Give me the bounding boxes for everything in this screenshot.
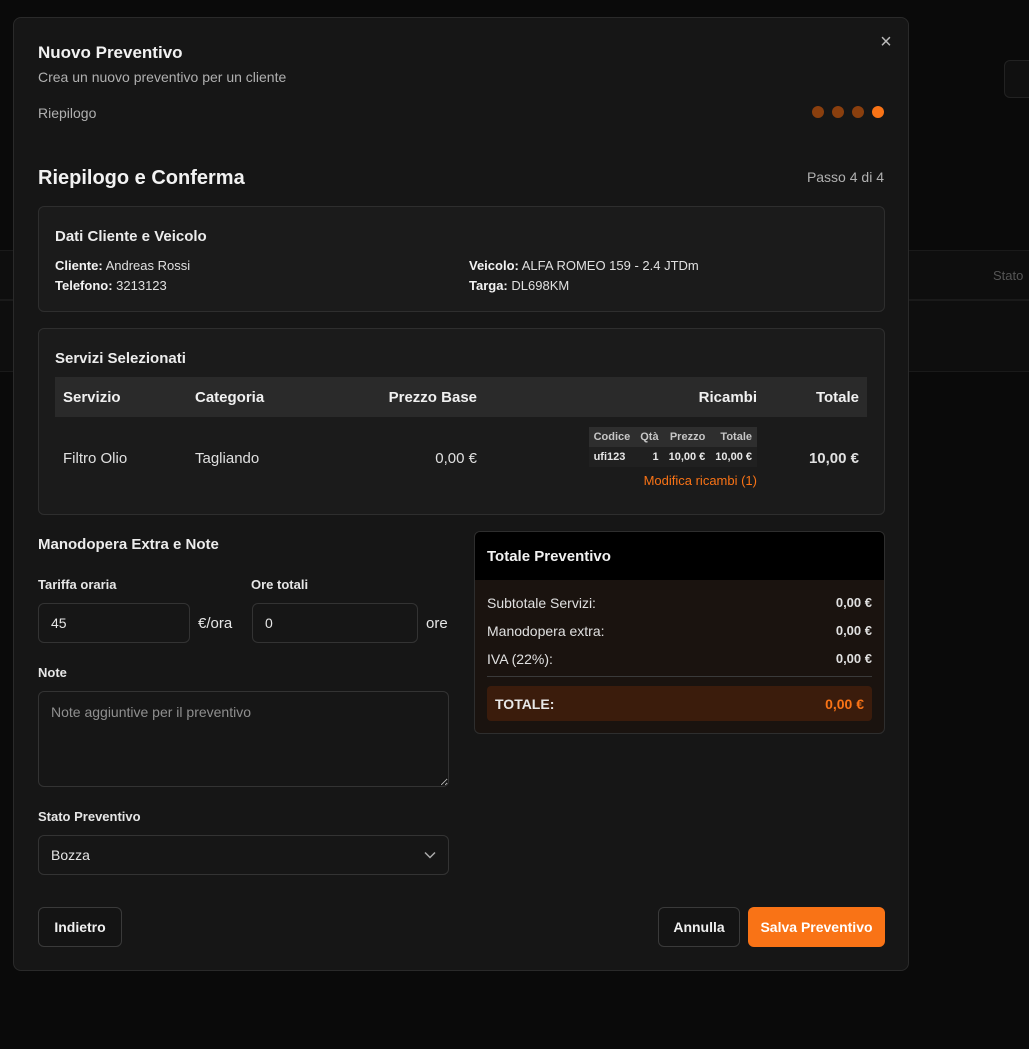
background-button xyxy=(1004,60,1029,98)
step-dot-3 xyxy=(852,106,864,118)
vat-value: 0,00 € xyxy=(835,651,872,666)
extra-labour-value: 0,00 € xyxy=(835,623,872,638)
parts-table: Codice Qtà Prezzo Totale ufi123 1 10,00 … xyxy=(588,427,757,467)
dialog-title: Nuovo Preventivo xyxy=(38,43,183,62)
quote-total-title: Totale Preventivo xyxy=(475,532,884,580)
step-dot-1 xyxy=(812,106,824,118)
col-categoria: Categoria xyxy=(187,377,327,417)
total-hours-label: Ore totali xyxy=(251,577,309,592)
services-card-title: Servizi Selezionati xyxy=(55,350,186,367)
close-icon[interactable]: × xyxy=(876,32,896,52)
col-ricambi: Ricambi xyxy=(485,377,765,417)
hourly-rate-unit: €/ora xyxy=(198,615,233,632)
modify-parts-link[interactable]: Modifica ricambi (1) xyxy=(589,473,757,488)
notes-label: Note xyxy=(38,665,67,680)
col-totale: Totale xyxy=(765,377,867,417)
quote-status-value: Bozza xyxy=(51,847,90,863)
vehicle-plate: Targa: DL698KM xyxy=(469,278,569,293)
back-button[interactable]: Indietro xyxy=(38,907,122,947)
quote-status-select[interactable]: Bozza xyxy=(38,835,449,875)
grand-total-value: 0,00 € xyxy=(825,695,864,712)
vehicle-model: Veicolo: ALFA ROMEO 159 - 2.4 JTDm xyxy=(469,258,699,273)
total-hours-input[interactable] xyxy=(252,603,418,643)
save-quote-button[interactable]: Salva Preventivo xyxy=(748,907,885,947)
service-category: Tagliando xyxy=(195,449,260,467)
service-parts: Codice Qtà Prezzo Totale ufi123 1 10,00 … xyxy=(485,417,765,499)
step-heading: Riepilogo e Conferma xyxy=(38,167,245,189)
col-servizio: Servizio xyxy=(55,377,187,417)
col-prezzo-base: Prezzo Base xyxy=(327,377,485,417)
services-table: Servizio Categoria Prezzo Base Ricambi T… xyxy=(55,377,867,499)
totals-divider xyxy=(487,676,872,677)
customer-value: Andreas Rossi xyxy=(105,258,191,273)
hourly-rate-input[interactable] xyxy=(38,603,190,643)
grand-total-row: TOTALE: 0,00 € xyxy=(487,686,872,721)
plate-label: Targa: xyxy=(469,278,508,293)
phone-value: 3213123 xyxy=(116,278,167,293)
service-base-price: 0,00 € xyxy=(435,449,477,467)
hourly-rate-label: Tariffa oraria xyxy=(38,577,117,592)
quote-status-label: Stato Preventivo xyxy=(38,809,141,824)
subtotal-services-value: 0,00 € xyxy=(835,595,872,610)
step-dot-2 xyxy=(832,106,844,118)
parts-col-totale: Totale xyxy=(710,427,757,447)
vehicle-value: ALFA ROMEO 159 - 2.4 JTDm xyxy=(521,258,699,273)
customer-phone: Telefono: 3213123 xyxy=(55,278,167,293)
subtotal-services-label: Subtotale Servizi: xyxy=(487,595,596,611)
total-hours-unit: ore xyxy=(426,615,448,632)
part-qty: 1 xyxy=(635,447,664,467)
customer-name: Cliente: Andreas Rossi xyxy=(55,258,190,273)
extra-section-title: Manodopera Extra e Note xyxy=(38,536,219,553)
parts-col-qta: Qtà xyxy=(635,427,664,447)
customer-label: Cliente: xyxy=(55,258,103,273)
chevron-down-icon xyxy=(424,848,436,862)
vat-row: IVA (22%): 0,00 € xyxy=(487,651,872,667)
extra-labour-row: Manodopera extra: 0,00 € xyxy=(487,623,872,639)
table-row: Filtro Olio Tagliando 0,00 € Codice Qtà … xyxy=(55,417,867,499)
parts-col-prezzo: Prezzo xyxy=(663,427,711,447)
step-indicator xyxy=(812,106,884,118)
vehicle-label: Veicolo: xyxy=(469,258,519,273)
service-total: 10,00 € xyxy=(808,449,859,467)
part-code: ufi123 xyxy=(588,447,636,467)
step-counter: Passo 4 di 4 xyxy=(806,169,884,185)
parts-block: Codice Qtà Prezzo Totale ufi123 1 10,00 … xyxy=(588,427,757,488)
notes-textarea[interactable] xyxy=(38,691,449,787)
grand-total-label: TOTALE: xyxy=(495,695,555,712)
cancel-button[interactable]: Annulla xyxy=(658,907,740,947)
step-dot-4 xyxy=(872,106,884,118)
phone-label: Telefono: xyxy=(55,278,113,293)
plate-value: DL698KM xyxy=(511,278,570,293)
services-table-header: Servizio Categoria Prezzo Base Ricambi T… xyxy=(55,377,867,417)
new-quote-dialog: × Nuovo Preventivo Crea un nuovo prevent… xyxy=(13,17,909,971)
subtotal-services-row: Subtotale Servizi: 0,00 € xyxy=(487,595,872,611)
parts-row: ufi123 1 10,00 € 10,00 € xyxy=(588,447,757,467)
customer-vehicle-card: Dati Cliente e Veicolo Cliente: Andreas … xyxy=(38,206,885,312)
current-step-label: Riepilogo xyxy=(38,105,97,121)
extra-labour-label: Manodopera extra: xyxy=(487,623,605,639)
customer-card-title: Dati Cliente e Veicolo xyxy=(55,228,207,245)
service-name: Filtro Olio xyxy=(63,449,128,467)
parts-table-header: Codice Qtà Prezzo Totale xyxy=(588,427,757,447)
background-status-header: Stato xyxy=(993,268,1024,283)
vat-label: IVA (22%): xyxy=(487,651,553,667)
dialog-subtitle: Crea un nuovo preventivo per un cliente xyxy=(38,69,287,85)
quote-total-card: Totale Preventivo Subtotale Servizi: 0,0… xyxy=(474,531,885,734)
part-total: 10,00 € xyxy=(710,447,757,467)
parts-col-codice: Codice xyxy=(588,427,636,447)
part-price: 10,00 € xyxy=(663,447,711,467)
services-card: Servizi Selezionati Servizio Categoria P… xyxy=(38,328,885,515)
